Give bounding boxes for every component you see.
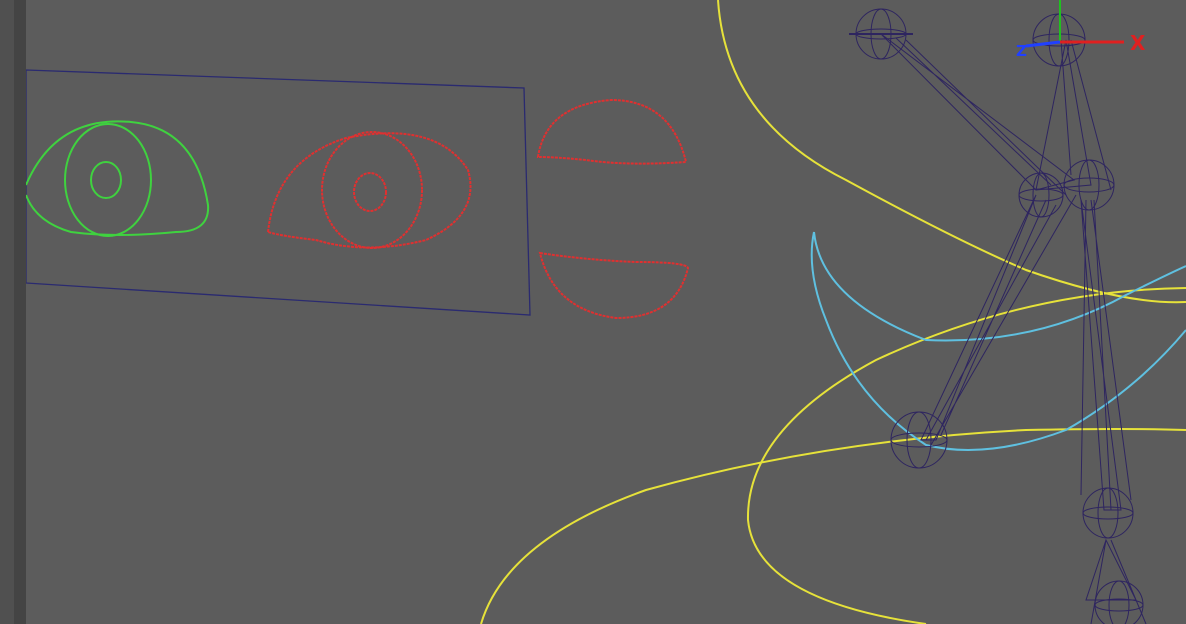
- x-axis-label: X: [1130, 31, 1146, 55]
- viewport-canvas[interactable]: X Z: [26, 0, 1186, 624]
- z-axis-label: Z: [1016, 42, 1027, 60]
- bone-shoulder-right[interactable]: [1035, 39, 1112, 191]
- bone-spine[interactable]: [1080, 199, 1132, 511]
- upper-eyelid-control[interactable]: [536, 98, 688, 165]
- blue-arm-curve[interactable]: [810, 231, 1186, 451]
- lower-eyelid-control[interactable]: [538, 251, 690, 320]
- yellow-curve-controls[interactable]: [480, 0, 1186, 624]
- yellow-lower-arc[interactable]: [480, 428, 1186, 624]
- red-eye-control[interactable]: [267, 131, 472, 249]
- skeleton-rig[interactable]: [849, 8, 1147, 624]
- red-eye-pupil[interactable]: [353, 172, 387, 212]
- red-eye-iris[interactable]: [321, 131, 423, 249]
- yellow-hip-ring[interactable]: [746, 287, 1186, 624]
- bone-shoulder-left[interactable]: [880, 33, 1076, 196]
- app-window: X Z: [0, 0, 1186, 624]
- green-eye-pupil[interactable]: [90, 161, 122, 199]
- left-panel-divider[interactable]: [14, 0, 26, 624]
- joint-sphere-icon[interactable]: [1082, 487, 1134, 539]
- joint-sphere-icon[interactable]: [1094, 580, 1144, 624]
- 3d-viewport[interactable]: X Z: [26, 0, 1186, 624]
- green-eye-iris[interactable]: [64, 123, 152, 237]
- left-panel-rail: [0, 0, 14, 624]
- red-eye-outline[interactable]: [267, 132, 472, 249]
- yellow-large-arc[interactable]: [717, 0, 1186, 304]
- green-eye-control[interactable]: [26, 120, 210, 237]
- green-eye-outline[interactable]: [26, 120, 210, 236]
